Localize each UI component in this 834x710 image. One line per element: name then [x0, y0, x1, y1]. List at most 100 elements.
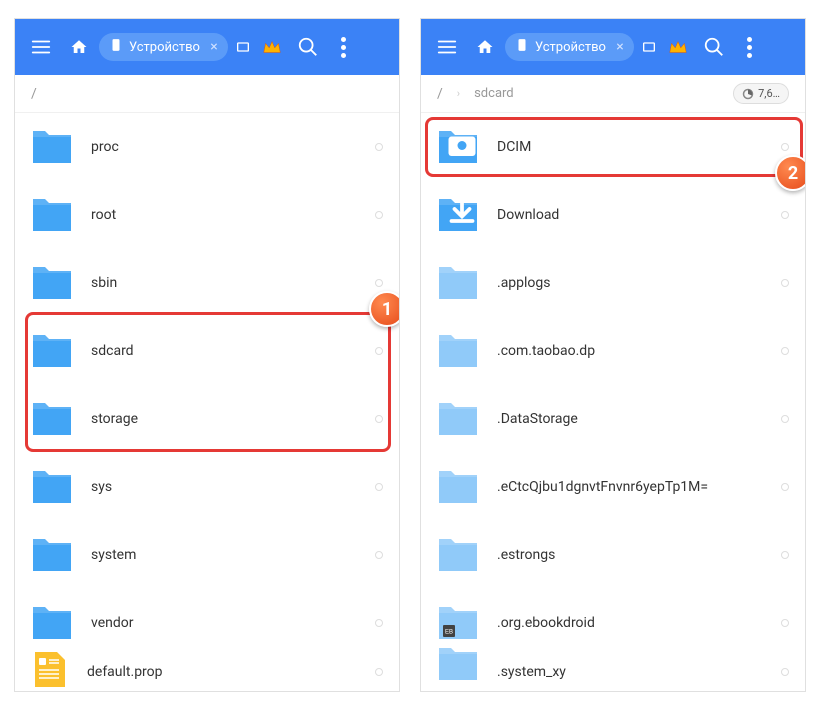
item-name: .DataStorage: [497, 411, 763, 427]
right-pane: Устройство × / › sdcard 7,6…: [420, 18, 806, 692]
menu-icon[interactable]: [429, 29, 465, 65]
item-name: system: [91, 547, 357, 563]
item-indicator: [375, 347, 383, 355]
folder-icon: [437, 537, 479, 573]
list-item[interactable]: default.prop: [15, 657, 399, 687]
list-item[interactable]: proc: [15, 113, 399, 181]
item-name: .com.taobao.dp: [497, 343, 763, 359]
list-item[interactable]: root: [15, 181, 399, 249]
list-item[interactable]: .applogs: [421, 249, 805, 317]
list-item[interactable]: DCIM: [421, 113, 805, 181]
item-name: .org.ebookdroid: [497, 615, 763, 631]
item-indicator: [781, 551, 789, 559]
window-icon[interactable]: [640, 38, 658, 56]
window-icon[interactable]: [234, 38, 252, 56]
list-item[interactable]: .estrongs: [421, 521, 805, 589]
tab-device[interactable]: Устройство ×: [99, 33, 228, 61]
breadcrumb-root[interactable]: /: [437, 86, 443, 102]
item-name: default.prop: [87, 664, 357, 680]
crown-icon[interactable]: [664, 33, 692, 61]
folder-icon: [31, 401, 73, 437]
list-item[interactable]: .system_xy: [421, 657, 805, 687]
list-item[interactable]: .com.taobao.dp: [421, 317, 805, 385]
item-indicator: [375, 619, 383, 627]
item-indicator: [375, 279, 383, 287]
item-indicator: [375, 668, 383, 676]
close-icon[interactable]: ×: [206, 39, 222, 55]
item-name: .estrongs: [497, 547, 763, 563]
camera-icon: [441, 126, 483, 162]
storage-badge[interactable]: 7,6…: [733, 83, 789, 104]
list-item[interactable]: sdcard: [15, 317, 399, 385]
item-indicator: [781, 483, 789, 491]
storage-text: 7,6…: [758, 87, 780, 100]
phone-icon: [515, 38, 529, 56]
list-item[interactable]: Download: [421, 181, 805, 249]
home-icon[interactable]: [471, 33, 499, 61]
breadcrumb[interactable]: / › sdcard 7,6…: [421, 75, 805, 113]
folder-icon: [437, 129, 479, 165]
breadcrumb-root[interactable]: /: [31, 86, 37, 102]
tab-label: Устройство: [129, 40, 200, 55]
item-indicator: [781, 347, 789, 355]
item-indicator: [375, 415, 383, 423]
list-item[interactable]: sbin: [15, 249, 399, 317]
list-item[interactable]: vendor: [15, 589, 399, 657]
file-list: proc root sbin sdcard storage: [15, 113, 399, 687]
tab-device[interactable]: Устройство ×: [505, 33, 634, 61]
list-item[interactable]: .eCtcQjbu1dgnvtFnvnr6yepTp1M=: [421, 453, 805, 521]
item-indicator: [781, 279, 789, 287]
close-icon[interactable]: ×: [612, 39, 628, 55]
file-icon: [31, 650, 69, 687]
search-icon[interactable]: [292, 31, 324, 63]
folder-icon: [437, 401, 479, 437]
folder-icon: [31, 537, 73, 573]
list-item[interactable]: system: [15, 521, 399, 589]
item-name: .applogs: [497, 275, 763, 291]
phone-icon: [109, 38, 123, 56]
crown-icon[interactable]: [258, 33, 286, 61]
file-list: DCIM Download .applogs .com.taobao.dp: [421, 113, 805, 687]
folder-icon: [31, 265, 73, 301]
item-name: .eCtcQjbu1dgnvtFnvnr6yepTp1M=: [497, 479, 763, 495]
item-name: proc: [91, 139, 357, 155]
folder-icon: [437, 197, 479, 233]
item-indicator: [781, 668, 789, 676]
left-pane: Устройство × / proc: [14, 18, 400, 692]
item-name: root: [91, 207, 357, 223]
folder-icon: [31, 129, 73, 165]
item-name: Download: [497, 207, 763, 223]
svg-text:EB: EB: [445, 630, 453, 636]
item-indicator: [781, 415, 789, 423]
list-item[interactable]: storage: [15, 385, 399, 453]
folder-icon: [437, 646, 479, 682]
item-name: vendor: [91, 615, 357, 631]
folder-icon: [437, 333, 479, 369]
breadcrumb[interactable]: /: [15, 75, 399, 113]
item-name: storage: [91, 411, 357, 427]
folder-icon: [437, 469, 479, 505]
folder-icon: [31, 197, 73, 233]
item-indicator: [375, 551, 383, 559]
more-icon[interactable]: [736, 33, 764, 61]
list-item[interactable]: .DataStorage: [421, 385, 805, 453]
item-indicator: [781, 211, 789, 219]
more-icon[interactable]: [330, 33, 358, 61]
item-name: sbin: [91, 275, 357, 291]
toolbar: Устройство ×: [15, 19, 399, 75]
item-indicator: [375, 483, 383, 491]
menu-icon[interactable]: [23, 29, 59, 65]
home-icon[interactable]: [65, 33, 93, 61]
toolbar: Устройство ×: [421, 19, 805, 75]
folder-icon: [31, 469, 73, 505]
item-indicator: [781, 619, 789, 627]
list-item[interactable]: sys: [15, 453, 399, 521]
folder-icon: [437, 265, 479, 301]
item-indicator: [781, 143, 789, 151]
folder-icon: EB: [437, 605, 479, 641]
item-name: sdcard: [91, 343, 357, 359]
search-icon[interactable]: [698, 31, 730, 63]
chevron-right-icon: ›: [457, 87, 460, 100]
breadcrumb-current[interactable]: sdcard: [474, 86, 514, 101]
item-indicator: [375, 211, 383, 219]
